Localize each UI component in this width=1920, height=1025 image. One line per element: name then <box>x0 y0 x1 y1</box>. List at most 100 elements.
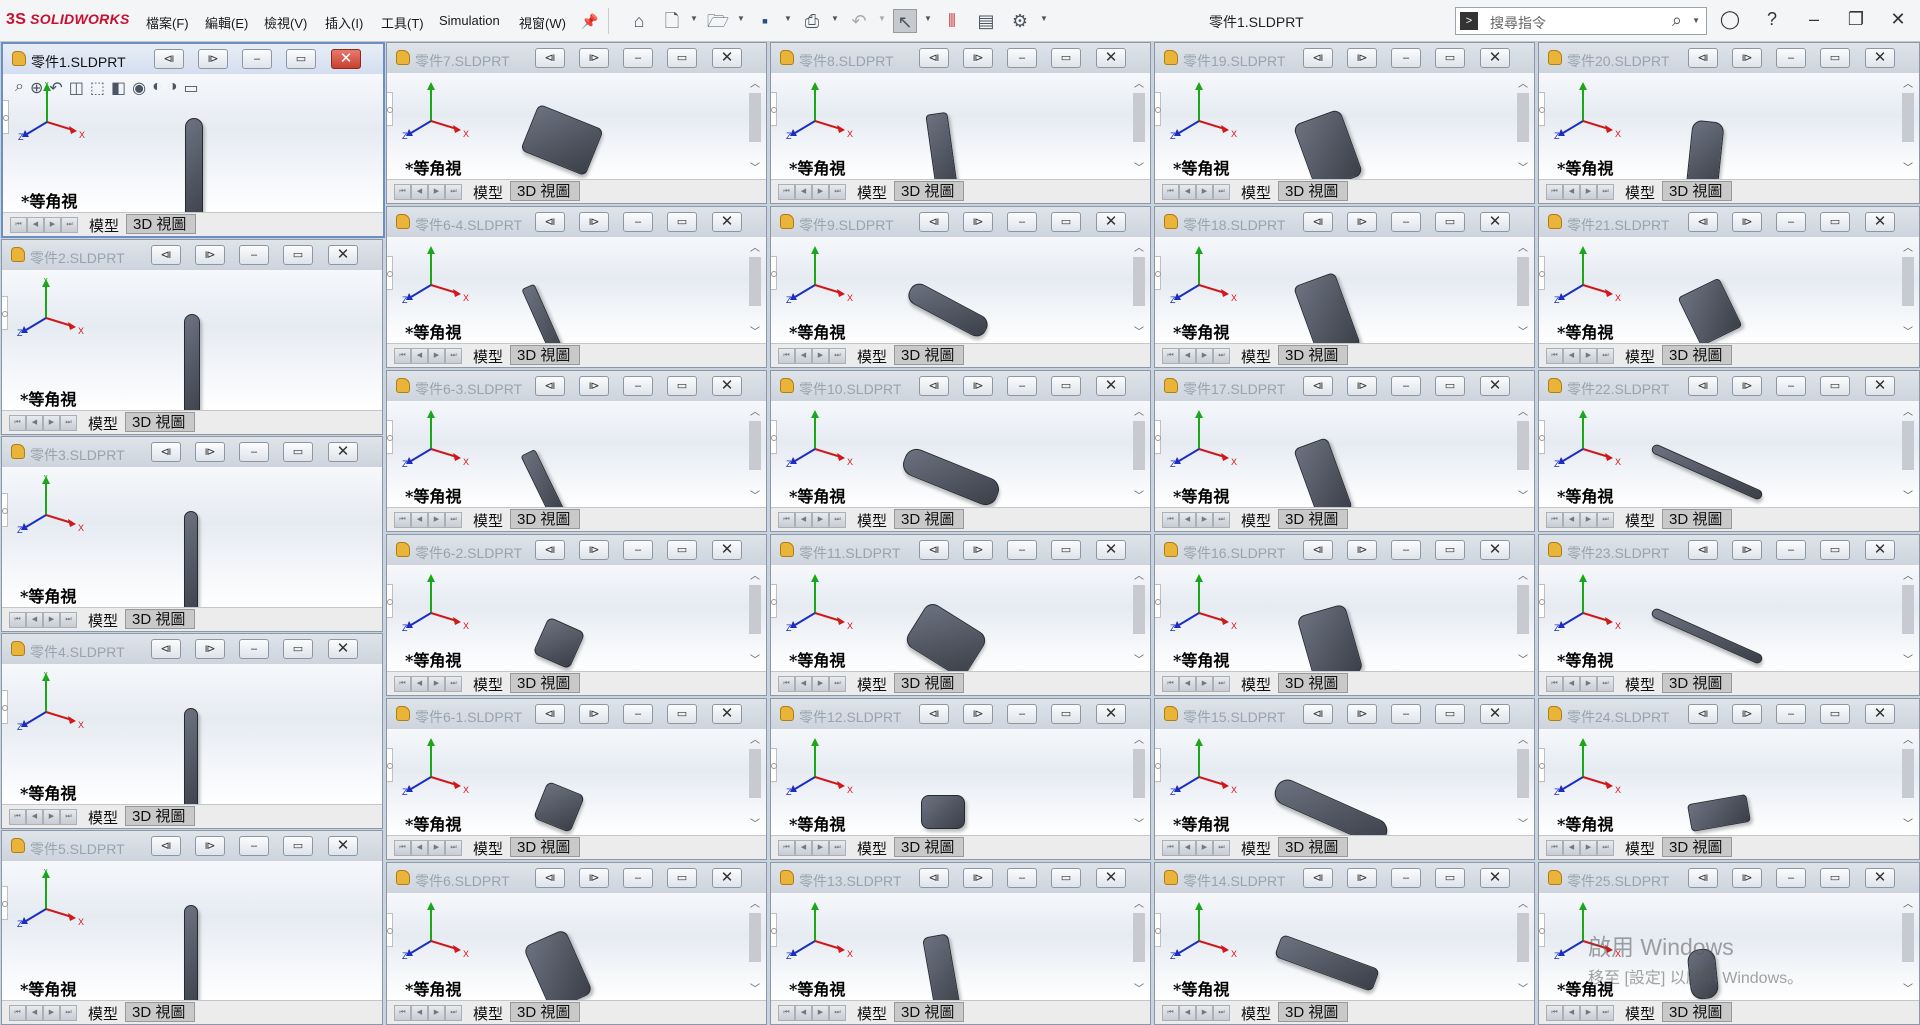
scroll-down-icon[interactable]: ﹀ <box>1901 655 1915 667</box>
scrollbar-thumb[interactable] <box>1517 421 1529 470</box>
scroll-up-icon[interactable]: ︿ <box>1516 79 1530 91</box>
scroll-down-icon[interactable]: ﹀ <box>1901 819 1915 831</box>
solidworks-logo[interactable]: 3S SOLIDWORKS <box>6 11 130 29</box>
maximize-window-icon[interactable]: ▭ <box>1820 540 1850 560</box>
home-icon[interactable]: ⌂ <box>627 9 651 33</box>
first-tab-icon[interactable]: ⏮ <box>778 676 795 692</box>
graphics-viewport[interactable]: X Z *等角視 ︿ ﹀ <box>771 73 1150 197</box>
scroll-up-icon[interactable]: ︿ <box>1516 243 1530 255</box>
zoom-to-fit-icon[interactable]: ⌕ <box>15 78 24 98</box>
graphics-viewport[interactable]: X Z *等角視 ︿ ﹀ <box>387 565 766 671</box>
select-caret-icon[interactable]: ▼ <box>924 14 932 23</box>
window-titlebar[interactable]: 零件9.SLDPRT ⧏ ⧐ – ▭ ✕ <box>771 207 1150 237</box>
document-window[interactable]: 零件12.SLDPRT ⧏ ⧐ – ▭ ✕ X Z *等角視 ︿ ﹀ ⏮ ◀ ▶… <box>770 698 1151 860</box>
tab-navigation[interactable]: ⏮ ◀ ▶ ⏭ <box>778 676 846 692</box>
close-window-icon[interactable]: ✕ <box>1480 212 1510 232</box>
next-page-icon[interactable]: ⧐ <box>579 540 609 560</box>
next-page-icon[interactable]: ⧐ <box>195 836 225 856</box>
vertical-scrollbar[interactable]: ︿ ﹀ <box>1516 735 1530 831</box>
next-page-icon[interactable]: ⧐ <box>195 442 225 462</box>
next-tab-icon[interactable]: ▶ <box>812 184 829 200</box>
window-titlebar[interactable]: 零件6-2.SLDPRT ⧏ ⧐ – ▭ ✕ <box>387 535 766 565</box>
scene-icon[interactable]: ◑ <box>168 78 178 98</box>
previous-page-icon[interactable]: ⧏ <box>1688 868 1718 888</box>
last-tab-icon[interactable]: ⏭ <box>829 512 846 528</box>
tab-navigation[interactable]: ⏮ ◀ ▶ ⏭ <box>778 512 846 528</box>
close-window-icon[interactable]: ✕ <box>1096 376 1126 396</box>
scroll-down-icon[interactable]: ﹀ <box>748 491 762 503</box>
next-page-icon[interactable]: ⧐ <box>963 376 993 396</box>
last-tab-icon[interactable]: ⏭ <box>445 512 462 528</box>
maximize-window-icon[interactable]: ▭ <box>1435 212 1465 232</box>
zoom-area-icon[interactable]: ⊕ <box>30 78 43 98</box>
close-icon[interactable]: ✕ <box>1884 9 1912 30</box>
scroll-up-icon[interactable]: ︿ <box>1516 407 1530 419</box>
scroll-up-icon[interactable]: ︿ <box>1516 899 1530 911</box>
next-page-icon[interactable]: ⧐ <box>963 212 993 232</box>
tab-navigation[interactable]: ⏮ ◀ ▶ ⏭ <box>394 676 462 692</box>
section-view-icon[interactable]: ◫ <box>69 78 84 98</box>
tab-3d-view[interactable]: 3D 視圖 <box>894 837 964 857</box>
last-tab-icon[interactable]: ⏭ <box>445 1005 462 1021</box>
minimize-window-icon[interactable]: – <box>623 48 653 68</box>
close-window-icon[interactable]: ✕ <box>1480 868 1510 888</box>
tab-model[interactable]: 模型 <box>473 510 503 531</box>
tab-navigation[interactable]: ⏮ ◀ ▶ ⏭ <box>778 1005 846 1021</box>
previous-page-icon[interactable]: ⧏ <box>535 212 565 232</box>
next-tab-icon[interactable]: ▶ <box>43 415 60 431</box>
feature-manager-flyout-tab[interactable] <box>387 913 393 947</box>
tab-model[interactable]: 模型 <box>1241 838 1271 859</box>
tab-navigation[interactable]: ⏮ ◀ ▶ ⏭ <box>9 1005 77 1021</box>
scrollbar-thumb[interactable] <box>1902 749 1914 798</box>
first-tab-icon[interactable]: ⏮ <box>394 184 411 200</box>
last-tab-icon[interactable]: ⏭ <box>60 1005 77 1021</box>
document-window[interactable]: 零件5.SLDPRT ⧏ ⧐ – ▭ ✕ X Z Y *等角視 ⏮ ◀ ▶ ⏭ … <box>1 830 383 1025</box>
window-titlebar[interactable]: 零件24.SLDPRT ⧏ ⧐ – ▭ ✕ <box>1539 699 1919 729</box>
previous-page-icon[interactable]: ⧏ <box>1688 212 1718 232</box>
prev-tab-icon[interactable]: ◀ <box>1179 1005 1196 1021</box>
tab-3d-view[interactable]: 3D 視圖 <box>894 1002 964 1022</box>
tab-navigation[interactable]: ⏮ ◀ ▶ ⏭ <box>778 840 846 856</box>
maximize-window-icon[interactable]: ▭ <box>283 639 313 659</box>
maximize-window-icon[interactable]: ▭ <box>667 868 697 888</box>
tab-model[interactable]: 模型 <box>1625 1003 1655 1024</box>
tab-navigation[interactable]: ⏮ ◀ ▶ ⏭ <box>394 840 462 856</box>
last-tab-icon[interactable]: ⏭ <box>60 612 77 628</box>
window-titlebar[interactable]: 零件14.SLDPRT ⧏ ⧐ – ▭ ✕ <box>1155 863 1534 893</box>
scroll-down-icon[interactable]: ﹀ <box>1132 819 1146 831</box>
window-titlebar[interactable]: 零件13.SLDPRT ⧏ ⧐ – ▭ ✕ <box>771 863 1150 893</box>
new-document-caret-icon[interactable]: ▼ <box>690 14 698 23</box>
next-tab-icon[interactable]: ▶ <box>428 676 445 692</box>
tab-navigation[interactable]: ⏮ ◀ ▶ ⏭ <box>1162 512 1230 528</box>
menu-edit[interactable]: 編輯(E) <box>205 13 248 32</box>
close-window-icon[interactable]: ✕ <box>1480 540 1510 560</box>
tab-model[interactable]: 模型 <box>88 610 118 631</box>
next-page-icon[interactable]: ⧐ <box>1347 212 1377 232</box>
close-window-icon[interactable]: ✕ <box>1865 376 1895 396</box>
scrollbar-thumb[interactable] <box>1517 257 1529 306</box>
previous-page-icon[interactable]: ⧏ <box>919 48 949 68</box>
tab-navigation[interactable]: ⏮ ◀ ▶ ⏭ <box>1546 512 1614 528</box>
tab-model[interactable]: 模型 <box>473 674 503 695</box>
minimize-window-icon[interactable]: – <box>242 49 272 69</box>
next-page-icon[interactable]: ⧐ <box>579 212 609 232</box>
scrollbar-thumb[interactable] <box>749 585 761 634</box>
tab-3d-view[interactable]: 3D 視圖 <box>1278 673 1348 693</box>
part-model[interactable] <box>522 928 594 1012</box>
next-tab-icon[interactable]: ▶ <box>44 217 61 233</box>
scroll-up-icon[interactable]: ︿ <box>1132 571 1146 583</box>
prev-tab-icon[interactable]: ◀ <box>795 840 812 856</box>
prev-tab-icon[interactable]: ◀ <box>1563 676 1580 692</box>
scroll-down-icon[interactable]: ﹀ <box>1901 327 1915 339</box>
graphics-viewport[interactable]: X Z *等角視 ︿ ﹀ <box>387 237 766 363</box>
next-tab-icon[interactable]: ▶ <box>1196 676 1213 692</box>
close-window-icon[interactable]: ✕ <box>712 376 742 396</box>
tab-3d-view[interactable]: 3D 視圖 <box>1662 181 1732 201</box>
next-tab-icon[interactable]: ▶ <box>1196 512 1213 528</box>
prev-tab-icon[interactable]: ◀ <box>411 1005 428 1021</box>
previous-page-icon[interactable]: ⧏ <box>919 704 949 724</box>
scroll-up-icon[interactable]: ︿ <box>1901 79 1915 91</box>
first-tab-icon[interactable]: ⏮ <box>1546 348 1563 364</box>
last-tab-icon[interactable]: ⏭ <box>445 676 462 692</box>
tab-navigation[interactable]: ⏮ ◀ ▶ ⏭ <box>1546 184 1614 200</box>
